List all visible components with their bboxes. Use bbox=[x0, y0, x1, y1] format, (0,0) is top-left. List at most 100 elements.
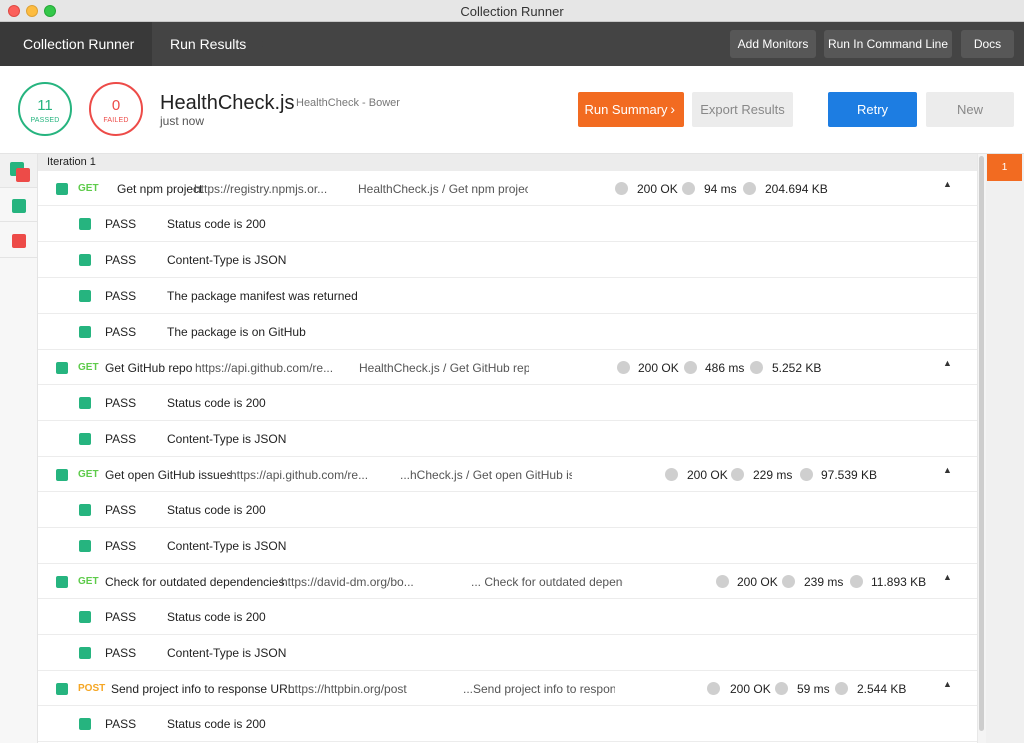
response-size: 204.694 KB bbox=[765, 182, 828, 196]
docs-button[interactable]: Docs bbox=[961, 30, 1014, 58]
status-dot-icon bbox=[665, 468, 678, 481]
test-name: Content-Type is JSON bbox=[167, 539, 287, 553]
request-path: ...hCheck.js / Get open GitHub issu bbox=[400, 468, 572, 482]
pass-square-icon bbox=[79, 254, 91, 266]
iteration-panel bbox=[986, 154, 1024, 743]
iteration-header: Iteration 1 bbox=[38, 154, 977, 171]
filter-failed[interactable] bbox=[0, 224, 37, 258]
collapse-caret-icon[interactable]: ▲ bbox=[943, 679, 952, 689]
failed-count-badge: 0 FAILED bbox=[89, 82, 143, 136]
request-name: Get open GitHub issues bbox=[105, 468, 233, 482]
test-name: Status code is 200 bbox=[167, 717, 266, 731]
test-name: Status code is 200 bbox=[167, 396, 266, 410]
test-name: Status code is 200 bbox=[167, 217, 266, 231]
test-result: PASS bbox=[105, 610, 137, 624]
run-in-command-line-button[interactable]: Run In Command Line bbox=[824, 30, 952, 58]
request-path: HealthCheck.js / Get GitHub repo bbox=[359, 361, 529, 375]
pass-square-icon bbox=[56, 183, 68, 195]
test-name: Status code is 200 bbox=[167, 610, 266, 624]
scrollbar-thumb[interactable] bbox=[979, 156, 984, 731]
request-row[interactable]: GET Get GitHub repo https://api.github.com… bbox=[38, 350, 977, 385]
test-result: PASS bbox=[105, 325, 137, 339]
size-dot-icon bbox=[835, 682, 848, 695]
test-row: PASS Status code is 200 bbox=[38, 706, 977, 742]
request-method: GET bbox=[78, 362, 99, 373]
window-title: Collection Runner bbox=[460, 4, 564, 19]
request-name: Get npm project bbox=[117, 182, 203, 196]
pass-square-icon bbox=[79, 433, 91, 445]
request-url: https://registry.npmjs.or... bbox=[194, 182, 328, 196]
retry-button[interactable]: Retry bbox=[828, 92, 917, 127]
response-size: 5.252 KB bbox=[772, 361, 822, 375]
test-row: PASS Content-Type is JSON bbox=[38, 635, 977, 671]
test-row: PASS Status code is 200 bbox=[38, 599, 977, 635]
breadcrumb-separator bbox=[252, 22, 264, 66]
breadcrumb-collection-runner[interactable]: Collection Runner bbox=[0, 22, 152, 66]
request-method: GET bbox=[78, 469, 99, 480]
response-time: 229 ms bbox=[753, 468, 793, 482]
status-dot-icon bbox=[707, 682, 720, 695]
test-row: PASS Status code is 200 bbox=[38, 385, 977, 421]
pass-square-icon bbox=[79, 611, 91, 623]
pass-square-icon bbox=[79, 647, 91, 659]
passed-count-badge: 11 PASSED bbox=[18, 82, 72, 136]
environment-name: HealthCheck - Bower bbox=[296, 97, 400, 109]
time-dot-icon bbox=[731, 468, 744, 481]
passed-label: PASSED bbox=[30, 117, 60, 124]
request-method: GET bbox=[78, 576, 99, 587]
test-row: PASS Content-Type is JSON bbox=[38, 242, 977, 278]
run-summary-button[interactable]: Run Summary › bbox=[578, 92, 684, 127]
breadcrumb-run-results[interactable]: Run Results bbox=[152, 22, 264, 66]
response-status: 200 OK bbox=[730, 682, 771, 696]
request-row[interactable]: POST Send project info to response URL htt… bbox=[38, 671, 977, 706]
result-filter-sidebar bbox=[0, 154, 38, 743]
test-name: The package manifest was returned bbox=[167, 289, 358, 303]
test-name: Content-Type is JSON bbox=[167, 646, 287, 660]
test-result: PASS bbox=[105, 289, 137, 303]
test-result: PASS bbox=[105, 717, 137, 731]
pass-square-icon bbox=[79, 290, 91, 302]
request-path: HealthCheck.js / Get npm project bbox=[358, 182, 528, 196]
response-time: 239 ms bbox=[804, 575, 844, 589]
time-dot-icon bbox=[682, 182, 695, 195]
add-monitors-button[interactable]: Add Monitors bbox=[730, 30, 816, 58]
time-dot-icon bbox=[775, 682, 788, 695]
test-result: PASS bbox=[105, 396, 137, 410]
run-time: just now bbox=[160, 114, 205, 128]
collapse-caret-icon[interactable]: ▲ bbox=[943, 572, 952, 582]
test-row: PASS Content-Type is JSON bbox=[38, 421, 977, 457]
title-bar: Collection Runner bbox=[0, 0, 1024, 22]
top-nav: Collection Runner Run Results Add Monito… bbox=[0, 22, 1024, 66]
request-name: Send project info to response URL bbox=[111, 682, 295, 696]
pass-square-icon bbox=[79, 326, 91, 338]
status-dot-icon bbox=[615, 182, 628, 195]
new-button[interactable]: New bbox=[926, 92, 1014, 127]
request-url: https://api.github.com/re... bbox=[195, 361, 334, 375]
failed-label: FAILED bbox=[103, 117, 129, 124]
filter-passed[interactable] bbox=[0, 188, 37, 222]
size-dot-icon bbox=[800, 468, 813, 481]
request-method: POST bbox=[78, 683, 106, 694]
request-row[interactable]: GET Get npm project https://registry.npmjs… bbox=[38, 171, 977, 206]
response-time: 94 ms bbox=[704, 182, 737, 196]
request-row[interactable]: GET Get open GitHub issues https://api.git… bbox=[38, 457, 977, 492]
request-row[interactable]: GET Check for outdated dependencies https:… bbox=[38, 564, 977, 599]
test-row: PASS Status code is 200 bbox=[38, 492, 977, 528]
collapse-caret-icon[interactable]: ▲ bbox=[943, 179, 952, 189]
test-result: PASS bbox=[105, 432, 137, 446]
iteration-1-tab[interactable]: 1 bbox=[987, 154, 1022, 181]
response-status: 200 OK bbox=[737, 575, 778, 589]
test-name: Content-Type is JSON bbox=[167, 432, 287, 446]
response-time: 486 ms bbox=[705, 361, 745, 375]
response-status: 200 OK bbox=[687, 468, 728, 482]
request-name: Check for outdated dependencies bbox=[105, 575, 285, 589]
pass-square-icon bbox=[12, 199, 26, 213]
pass-square-icon bbox=[56, 469, 68, 481]
response-size: 11.893 KB bbox=[871, 575, 927, 589]
filter-all[interactable] bbox=[0, 154, 37, 188]
test-result: PASS bbox=[105, 503, 137, 517]
test-row: PASS The package is on GitHub bbox=[38, 314, 977, 350]
export-results-button[interactable]: Export Results bbox=[692, 92, 793, 127]
collapse-caret-icon[interactable]: ▲ bbox=[943, 358, 952, 368]
collapse-caret-icon[interactable]: ▲ bbox=[943, 465, 952, 475]
